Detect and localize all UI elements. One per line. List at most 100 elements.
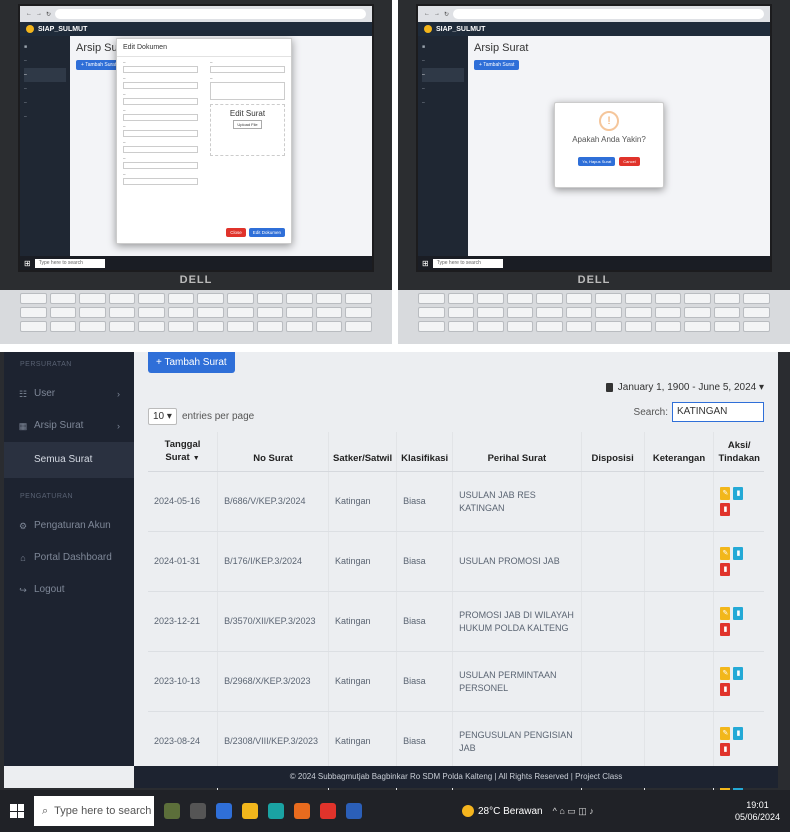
sidebar-item[interactable]: ■ [24, 40, 66, 54]
forward-icon[interactable]: → [36, 11, 42, 17]
table-row: 2024-01-31 B/176/I/KEP.3/2024 Katingan Bias… [148, 531, 764, 592]
windows-start-icon[interactable]: ⊞ [24, 259, 31, 268]
taskbar-search[interactable]: ⌕ Type here to search [34, 796, 154, 826]
taskbar: ⊞ Type here to search [418, 256, 770, 270]
table-header-row: Tanggal Surat ▼ No Surat Satker/Satwil Kl… [148, 432, 764, 472]
close-button[interactable]: Close [226, 228, 246, 237]
clock-date: 05/06/2024 [734, 812, 780, 822]
upload-zone[interactable]: Edit Surat Upload File [210, 104, 285, 156]
column-header-klasifikasi[interactable]: Klasifikasi [396, 432, 453, 472]
logo-icon [26, 25, 34, 33]
add-letter-button[interactable]: + Tambah Surat [148, 352, 235, 373]
edge-browser-icon[interactable] [216, 803, 232, 819]
app-header: SIAP_SULMUT [418, 22, 770, 36]
sidebar-item-pengaturan-akun[interactable]: ⚙ Pengaturan Akun [4, 510, 134, 542]
taskbar-search[interactable]: Type here to search [432, 258, 503, 268]
address-bar[interactable] [55, 9, 366, 19]
column-header-tanggal[interactable]: Tanggal Surat ▼ [148, 432, 218, 472]
file-explorer-icon[interactable] [242, 803, 258, 819]
view-icon[interactable]: ▮ [733, 547, 744, 560]
textarea-field[interactable] [210, 82, 285, 100]
cell-tanggal: 2023-10-13 [148, 651, 218, 712]
sidebar-item-portal-dashboard[interactable]: ⌂ Portal Dashboard [4, 542, 134, 574]
system-tray-icons[interactable]: ^ ⌂ ▭ ◫ ♪ [553, 806, 594, 817]
edit-icon[interactable]: ✎ [720, 547, 731, 560]
laptop-brand-logo: DELL [179, 274, 213, 286]
confirm-cancel-button[interactable]: Cancel [619, 157, 640, 166]
view-icon[interactable]: ▮ [733, 727, 744, 740]
sidebar-item-active[interactable]: – [422, 68, 464, 82]
back-icon[interactable]: ← [424, 11, 430, 17]
select-field[interactable] [123, 178, 198, 185]
delete-icon[interactable]: ▮ [720, 563, 731, 576]
search-input[interactable]: KATINGAN [672, 402, 764, 422]
sidebar-item-logout[interactable]: ↪ Logout [4, 574, 134, 606]
sidebar-item[interactable]: – [422, 82, 464, 96]
cell-satker: Katingan [328, 651, 397, 712]
column-header-keterangan[interactable]: Keterangan [643, 432, 714, 472]
clock-time: 19:01 [746, 800, 769, 810]
edit-icon[interactable]: ✎ [720, 727, 731, 740]
column-header-satker[interactable]: Satker/Satwil [328, 432, 397, 472]
delete-icon[interactable]: ▮ [720, 623, 731, 636]
view-icon[interactable]: ▮ [733, 607, 744, 620]
sidebar-item-user[interactable]: ☷ User › [4, 378, 134, 410]
sidebar-item[interactable]: – [24, 96, 66, 110]
text-field[interactable] [123, 146, 198, 153]
date-range-filter[interactable]: January 1, 1900 - June 5, 2024 ▾ [605, 382, 764, 393]
sidebar-item[interactable]: – [24, 54, 66, 68]
add-letter-button[interactable]: + Tambah Surat [474, 60, 520, 70]
delete-icon[interactable]: ▮ [720, 683, 731, 696]
upload-file-button[interactable]: Upload File [233, 120, 262, 129]
cell-tanggal: 2023-08-24 [148, 711, 218, 772]
select-field[interactable] [123, 114, 198, 121]
firefox-icon[interactable] [294, 803, 310, 819]
clock[interactable]: 19:01 05/06/2024 [735, 799, 780, 823]
edit-icon[interactable]: ✎ [720, 667, 731, 680]
sidebar-item[interactable]: – [24, 110, 66, 124]
column-header-no-surat[interactable]: No Surat [217, 432, 329, 472]
text-field[interactable] [123, 162, 198, 169]
edit-document-button[interactable]: Edit Dokumen [248, 228, 285, 237]
forward-icon[interactable]: → [434, 11, 440, 17]
windows-start-icon[interactable] [10, 804, 24, 818]
confirm-yes-button[interactable]: Ya, Hapus Surat [578, 157, 616, 166]
edit-icon[interactable]: ✎ [720, 487, 731, 500]
edit-document-modal: Edit Dokumen – – – – – – – – – – Edit Su… [116, 38, 292, 244]
reload-icon[interactable]: ↻ [444, 11, 449, 18]
delete-icon[interactable]: ▮ [720, 743, 731, 756]
sidebar-item-semua-surat[interactable]: Semua Surat [4, 442, 134, 478]
text-field[interactable] [123, 82, 198, 89]
view-icon[interactable]: ▮ [733, 667, 744, 680]
address-bar[interactable] [453, 9, 764, 19]
weather-widget[interactable]: 28°C Berawan [462, 805, 543, 817]
column-header-disposisi[interactable]: Disposisi [580, 432, 645, 472]
entries-select[interactable]: 10 ▾ [148, 408, 177, 425]
windows-start-icon[interactable]: ⊞ [422, 259, 429, 268]
task-view-icon[interactable] [190, 803, 206, 819]
word-icon[interactable] [346, 803, 362, 819]
column-header-perihal[interactable]: Perihal Surat [452, 432, 582, 472]
sidebar-item[interactable]: – [24, 82, 66, 96]
sidebar-item[interactable]: ■ [422, 40, 464, 54]
sidebar-item[interactable]: – [422, 96, 464, 110]
taskbar-search[interactable]: Type here to search [34, 258, 105, 268]
app-icon[interactable] [268, 803, 284, 819]
cell-perihal: PENGUSULAN PENGISIAN JAB [452, 711, 582, 772]
text-field[interactable] [123, 98, 198, 105]
text-field[interactable] [210, 66, 285, 73]
date-field[interactable] [123, 66, 198, 73]
widget-icon[interactable] [164, 803, 180, 819]
back-icon[interactable]: ← [26, 11, 32, 17]
sidebar-item[interactable]: – [422, 54, 464, 68]
sidebar-item-arsip-surat[interactable]: ▦ Arsip Surat › [4, 410, 134, 442]
chrome-icon[interactable] [320, 803, 336, 819]
sidebar: PERSURATAN ☷ User › ▦ Arsip Surat › Semu… [4, 352, 134, 766]
edit-icon[interactable]: ✎ [720, 607, 731, 620]
delete-icon[interactable]: ▮ [720, 503, 731, 516]
sidebar-item-active[interactable]: – [24, 68, 66, 82]
reload-icon[interactable]: ↻ [46, 11, 51, 18]
text-field[interactable] [123, 130, 198, 137]
add-letter-button[interactable]: + Tambah Surat [76, 60, 122, 70]
view-icon[interactable]: ▮ [733, 487, 744, 500]
